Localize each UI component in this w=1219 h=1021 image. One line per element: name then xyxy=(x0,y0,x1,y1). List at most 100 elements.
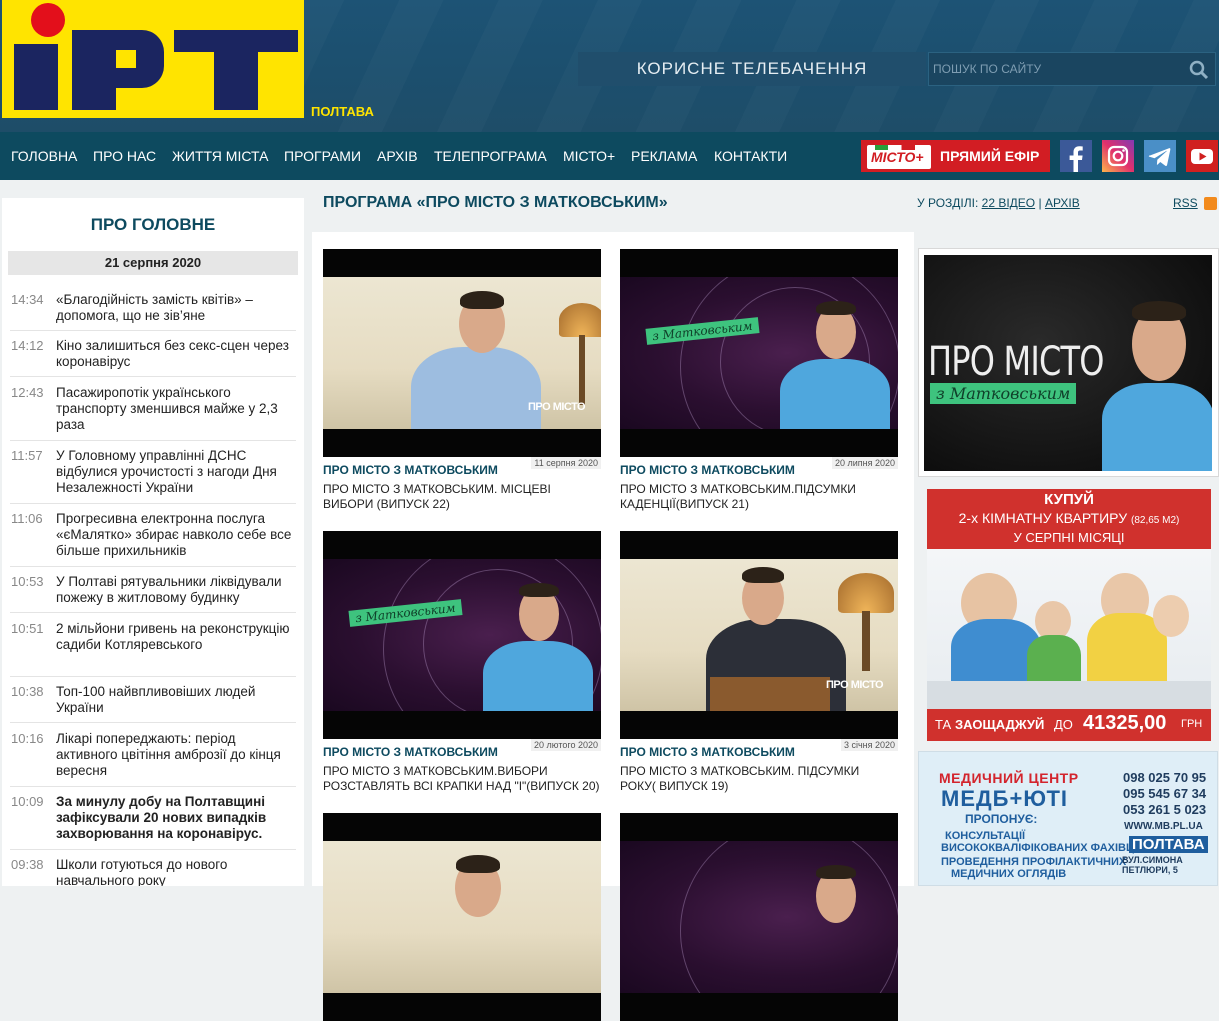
decor-ring xyxy=(680,841,898,993)
video-thumbnail[interactable]: ПРО МІСТО xyxy=(620,531,898,739)
live-stream-button[interactable]: МІСТО+ ПРЯМИЙ ЕФІР xyxy=(861,140,1050,172)
rss-icon[interactable] xyxy=(1204,197,1217,210)
program-link[interactable]: ПРО МІСТО З МАТКОВСЬКИМ xyxy=(323,463,498,477)
divider xyxy=(10,503,296,504)
news-link[interactable]: За минулу добу на Полтавщині зафіксували… xyxy=(56,794,296,842)
news-link[interactable]: 2 мільйони гривень на реконструкцію сади… xyxy=(56,621,296,653)
live-label: ПРЯМИЙ ЕФІР xyxy=(940,148,1040,164)
video-thumbnail[interactable]: ПРО МІСТО xyxy=(323,249,601,457)
video-title[interactable]: ПРО МІСТО З МАТКОВСЬКИМ.ПІДСУМКИ КАДЕНЦІ… xyxy=(620,482,898,512)
news-time: 09:38 xyxy=(11,857,44,872)
news-link[interactable]: Лікарі попереджають: період активного цв… xyxy=(56,731,296,779)
nav-item-contacts[interactable]: КОНТАКТИ xyxy=(714,132,787,180)
facebook-icon[interactable] xyxy=(1060,140,1092,172)
ad-medical-offer: ПРОПОНУЄ: xyxy=(965,812,1038,826)
video-title[interactable]: ПРО МІСТО З МАТКОВСЬКИМ. МІСЦЕВІ ВИБОРИ … xyxy=(323,482,601,512)
thumbnail-frame xyxy=(323,841,601,993)
news-link[interactable]: «Благодійність замість квітів» – допомог… xyxy=(56,292,296,324)
child-shirt xyxy=(1027,635,1081,685)
news-time: 10:09 xyxy=(11,794,44,809)
lamp-stand xyxy=(579,335,585,405)
news-link[interactable]: Прогресивна електронна послуга «єМалятко… xyxy=(56,511,296,559)
video-thumbnail[interactable]: з Матковським xyxy=(620,249,898,457)
search-icon[interactable] xyxy=(1189,60,1209,80)
youtube-icon[interactable] xyxy=(1186,140,1218,172)
desk xyxy=(710,677,830,711)
thumbnail-overlay-text: ПРО МІСТО xyxy=(528,401,586,413)
videos-count-link[interactable]: 22 ВІДЕО xyxy=(982,196,1035,210)
person-hair xyxy=(816,865,856,879)
program-link[interactable]: ПРО МІСТО З МАТКОВСЬКИМ xyxy=(620,745,795,759)
video-date: 11 серпня 2020 xyxy=(531,457,601,469)
promo-image: ПРО МІСТО з Матковським xyxy=(924,255,1212,471)
rss-link[interactable]: RSS xyxy=(1173,196,1198,210)
promo-subtitle: з Матковським xyxy=(930,383,1077,404)
divider xyxy=(10,330,296,331)
video-date: 20 липня 2020 xyxy=(831,457,898,469)
ad-line-buy: КУПУЙ xyxy=(1044,491,1094,508)
person-shirt xyxy=(411,347,541,429)
nav-item-programs[interactable]: ПРОГРАМИ xyxy=(284,132,361,180)
news-date: 21 серпня 2020 xyxy=(8,251,298,275)
news-link[interactable]: У Полтаві рятувальники ліквідували пожеж… xyxy=(56,574,296,606)
program-link[interactable]: ПРО МІСТО З МАТКОВСЬКИМ xyxy=(620,463,795,477)
news-time: 10:16 xyxy=(11,731,44,746)
ad-service: МЕДИЧНИХ ОГЛЯДІВ xyxy=(951,868,1067,880)
ad-price: 41325,00 xyxy=(1083,712,1167,734)
divider xyxy=(10,849,296,850)
news-link[interactable]: Школи готуються до нового навчального ро… xyxy=(56,857,296,886)
ad-medical-title: МЕДИЧНИЙ ЦЕНТР xyxy=(939,770,1079,786)
program-promo-banner[interactable]: ПРО МІСТО з Матковським xyxy=(918,248,1219,477)
nav-item-advertising[interactable]: РЕКЛАМА xyxy=(631,132,697,180)
ad-phone: 098 025 70 95 xyxy=(1123,770,1207,785)
section-divider: | xyxy=(1038,196,1042,210)
apartment-ad-banner[interactable]: КУПУЙ 2-х КІМНАТНУ КВАРТИРУ (82,65 М2) У… xyxy=(927,489,1211,741)
city-label: ПОЛТАВА xyxy=(311,104,374,119)
video-thumbnail[interactable] xyxy=(323,813,601,1021)
nav-item-tv-schedule[interactable]: ТЕЛЕПРОГРАМА xyxy=(434,132,547,180)
person-hair xyxy=(519,583,559,597)
divider xyxy=(10,786,296,787)
person-hair xyxy=(456,855,500,873)
person-shirt xyxy=(1102,383,1212,471)
person-hair xyxy=(742,567,784,583)
news-link[interactable]: Кіно залишиться без секс-сцен через коро… xyxy=(56,338,296,370)
news-link[interactable]: Пасажиропотік українського транспорту зм… xyxy=(56,385,296,433)
ad-family-photo xyxy=(927,549,1211,709)
ad-area: (82,65 М2) xyxy=(1131,515,1180,526)
divider xyxy=(10,440,296,441)
nav-item-archive[interactable]: АРХІВ xyxy=(377,132,418,180)
instagram-icon[interactable] xyxy=(1102,140,1134,172)
ad-service: ВИСОКОКВАЛІФІКОВАНИХ ФАХІВЦІВ xyxy=(941,842,1146,854)
telegram-icon[interactable] xyxy=(1144,140,1176,172)
thumbnail-frame: з Матковським xyxy=(620,277,898,429)
video-thumbnail[interactable] xyxy=(620,813,898,1021)
medical-center-ad-banner[interactable]: МЕДИЧНИЙ ЦЕНТР МЕДБ+ЮТІ ПРОПОНУЄ: КОНСУЛ… xyxy=(918,751,1218,886)
nav-item-home[interactable]: ГОЛОВНА xyxy=(11,132,77,180)
divider xyxy=(10,612,296,613)
divider xyxy=(10,566,296,567)
nav-item-about[interactable]: ПРО НАС xyxy=(93,132,156,180)
news-time: 10:51 xyxy=(11,621,44,636)
video-title[interactable]: ПРО МІСТО З МАТКОВСЬКИМ.ВИБОРИ РОЗСТАВЛЯ… xyxy=(323,764,601,794)
ad-address: ВУЛ.СИМОНА ПЕТЛЮРИ, 5 xyxy=(1122,855,1183,875)
divider xyxy=(10,722,296,723)
news-link[interactable]: Топ-100 найвпливовіших людей України xyxy=(56,684,296,716)
video-thumbnail[interactable]: з Матковським xyxy=(323,531,601,739)
search-input[interactable] xyxy=(933,53,1183,85)
nav-item-city-life[interactable]: ЖИТТЯ МІСТА xyxy=(172,132,268,180)
program-link[interactable]: ПРО МІСТО З МАТКОВСЬКИМ xyxy=(323,745,498,759)
ad-city: ПОЛТАВА xyxy=(1129,836,1208,853)
nav-item-misto-plus[interactable]: МІСТО+ xyxy=(563,132,615,180)
archive-link[interactable]: АРХІВ xyxy=(1045,196,1080,210)
news-link[interactable]: У Головному управлінні ДСНС відбулися ур… xyxy=(56,448,296,496)
lamp-shade xyxy=(559,303,601,337)
person-hair xyxy=(816,301,856,315)
divider xyxy=(10,676,296,677)
site-logo[interactable] xyxy=(2,0,304,118)
sidebar-title: ПРО ГОЛОВНЕ xyxy=(90,215,216,234)
misto-logo: МІСТО+ xyxy=(867,145,931,169)
promo-title: ПРО МІСТО xyxy=(928,339,1104,385)
video-title[interactable]: ПРО МІСТО З МАТКОВСЬКИМ. ПІДСУМКИ РОКУ( … xyxy=(620,764,898,794)
logo-mark xyxy=(2,0,304,118)
